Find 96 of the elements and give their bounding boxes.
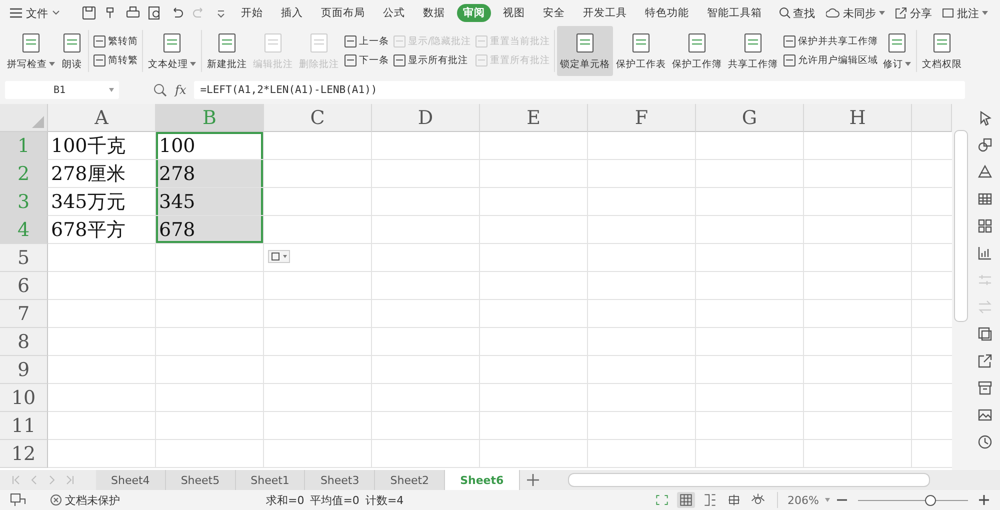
average-value: 平均值=0 <box>310 492 360 508</box>
sheet-tab[interactable]: Sheet2 <box>375 470 446 490</box>
ribbon-button[interactable]: 修订 <box>880 26 914 76</box>
caret-icon <box>982 11 988 15</box>
horizontal-scrollbar[interactable] <box>568 473 930 487</box>
ribbon-button[interactable]: 保护工作表 <box>613 26 670 76</box>
table-cell: 100 <box>156 132 264 160</box>
count-value: 计数=4 <box>365 492 404 508</box>
name-box[interactable]: B1 <box>5 81 119 99</box>
ribbon-tab[interactable]: 智能工具箱 <box>701 4 768 22</box>
sheet-tab[interactable]: Sheet4 <box>96 470 166 490</box>
column-header[interactable]: C <box>264 104 372 132</box>
zoom-in-icon[interactable] <box>978 494 990 506</box>
add-sheet-icon[interactable] <box>526 473 540 487</box>
grid-view-icon[interactable] <box>676 492 695 508</box>
shapes-icon[interactable] <box>977 137 993 153</box>
chart-icon[interactable] <box>977 245 993 261</box>
menu-icon <box>10 8 22 18</box>
zoom-level[interactable]: 206% <box>788 494 819 506</box>
ribbon-button[interactable]: 拼写检查 <box>4 26 58 76</box>
sum-value: 求和=0 <box>266 492 304 508</box>
ribbon-button[interactable]: 繁转简 <box>93 35 138 48</box>
row-header[interactable]: 12 <box>0 440 48 468</box>
row-header[interactable]: 8 <box>0 328 48 356</box>
column-header[interactable]: A <box>48 104 156 132</box>
ribbon-button[interactable]: 朗读 <box>58 26 86 76</box>
column-header[interactable]: G <box>696 104 804 132</box>
row-header[interactable]: 10 <box>0 384 48 412</box>
sync-button[interactable]: 未同步 <box>826 6 885 20</box>
column-header[interactable]: E <box>480 104 588 132</box>
row-header[interactable]: 9 <box>0 356 48 384</box>
caret-icon[interactable] <box>825 498 830 502</box>
grid-icon[interactable] <box>977 218 993 234</box>
ribbon-button[interactable]: 文档权限 <box>919 26 966 76</box>
archive-icon[interactable] <box>977 380 993 396</box>
column-header[interactable]: D <box>372 104 480 132</box>
protection-status[interactable]: 文档未保护 <box>50 492 200 508</box>
ribbon-button[interactable]: 新建批注 <box>204 26 250 76</box>
ribbon-button[interactable]: 锁定单元格 <box>557 26 614 76</box>
ribbon-tab[interactable]: 开发工具 <box>577 4 633 22</box>
settings-icon[interactable] <box>10 493 26 507</box>
comment-button[interactable]: 批注 <box>942 6 988 20</box>
ribbon-button[interactable]: 显示所有批注 <box>393 54 472 67</box>
history-icon[interactable] <box>977 434 993 450</box>
zoom-icon[interactable] <box>153 83 167 97</box>
share-button[interactable]: 分享 <box>895 6 932 20</box>
ribbon-button[interactable]: 下一条 <box>344 54 389 67</box>
ribbon-button[interactable]: 保护工作簿 <box>669 26 726 76</box>
sheet-tab[interactable]: Sheet1 <box>236 470 306 490</box>
sheet-tab[interactable]: Sheet5 <box>166 470 236 490</box>
search-button[interactable]: 查找 <box>779 6 815 20</box>
row-header[interactable]: 7 <box>0 300 48 328</box>
sheet-tab[interactable]: Sheet6 <box>445 470 520 490</box>
column-header[interactable]: F <box>588 104 696 132</box>
table-cell: 678 <box>156 216 264 244</box>
print-preview-icon[interactable] <box>148 6 162 20</box>
paste-options-icon[interactable] <box>268 250 290 263</box>
ribbon-button[interactable]: 保护并共享工作簿 <box>783 35 878 48</box>
table-cell: 345 <box>156 188 264 216</box>
ribbon-tab[interactable]: 数据 <box>417 4 451 22</box>
print-icon[interactable] <box>126 6 140 20</box>
cloud-icon <box>826 7 840 19</box>
ribbon-tab[interactable]: 插入 <box>275 4 309 22</box>
ribbon-button[interactable]: 上一条 <box>344 35 389 48</box>
ribbon-tab[interactable]: 页面布局 <box>315 4 371 22</box>
sheet-tab[interactable]: Sheet3 <box>305 470 376 490</box>
ribbon-tab[interactable]: 公式 <box>377 4 411 22</box>
ribbon-button[interactable]: 允许用户编辑区域 <box>783 54 878 67</box>
column-header[interactable]: H <box>804 104 912 132</box>
share-icon <box>895 7 907 19</box>
table-icon[interactable] <box>977 191 993 207</box>
ribbon-tab[interactable]: 开始 <box>235 4 269 22</box>
caret-icon <box>52 10 60 16</box>
ribbon-button[interactable]: 文本处理 <box>145 26 199 76</box>
row-header[interactable]: 5 <box>0 244 48 272</box>
ribbon-tab[interactable]: 特色功能 <box>639 4 695 22</box>
ribbon-button[interactable]: 共享工作簿 <box>725 26 782 76</box>
shield-icon <box>50 494 62 506</box>
save-icon[interactable] <box>82 6 96 20</box>
layers-icon[interactable] <box>977 164 993 180</box>
ribbon-tab[interactable]: 安全 <box>537 4 571 22</box>
slider-thumb[interactable] <box>925 494 936 506</box>
ribbon-button[interactable]: 简转繁 <box>93 54 138 67</box>
caret-icon <box>109 88 114 92</box>
row-header[interactable]: 6 <box>0 272 48 300</box>
file-menu[interactable]: 文件 <box>6 6 64 20</box>
gallery-icon[interactable] <box>977 326 993 342</box>
share-icon[interactable] <box>977 353 993 369</box>
search-icon <box>779 7 791 19</box>
image-icon[interactable] <box>977 407 993 423</box>
function-label[interactable]: fx <box>175 83 186 97</box>
formula-field[interactable]: =LEFT(A1,2*LEN(A1)-LENB(A1)) <box>194 81 965 99</box>
row-header[interactable]: 11 <box>0 412 48 440</box>
ribbon-tab[interactable]: 视图 <box>497 4 531 22</box>
table-cell: 278 <box>156 160 264 188</box>
caret-icon <box>879 11 885 15</box>
